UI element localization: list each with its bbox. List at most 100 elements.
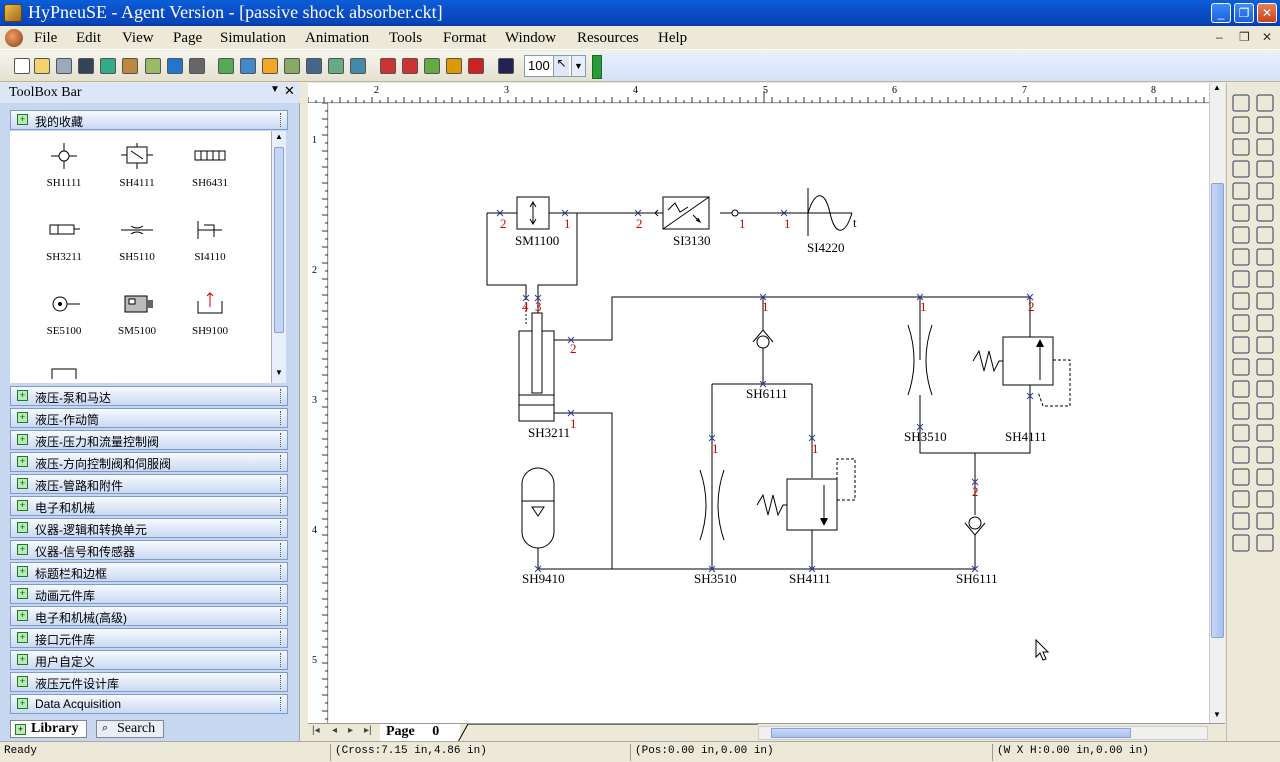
palette-tool-icon[interactable] — [1232, 380, 1250, 398]
tab-library[interactable]: + Library — [10, 720, 88, 738]
palette-tool-icon[interactable] — [1256, 182, 1274, 200]
palette-tool-icon[interactable] — [1256, 446, 1274, 464]
palette-tool-icon[interactable] — [1232, 424, 1250, 442]
menu-simulation[interactable]: Simulation — [220, 30, 286, 47]
component-sh3510-b[interactable]: SH3510 — [904, 324, 947, 444]
palette-tool-icon[interactable] — [1256, 534, 1274, 552]
toolbar-icon[interactable] — [446, 58, 462, 74]
component-sh3211[interactable]: SH3211 — [34, 215, 94, 263]
category-item[interactable]: + 电子和机械 — [10, 496, 288, 516]
menu-format[interactable]: Format — [443, 30, 486, 47]
close-icon[interactable]: ✕ — [284, 83, 295, 99]
palette-tool-icon[interactable] — [1232, 226, 1250, 244]
palette-tool-icon[interactable] — [1232, 292, 1250, 310]
toolbar-icon[interactable] — [402, 58, 418, 74]
mdi-close-button[interactable]: ✕ — [1262, 30, 1272, 44]
toolbar-icon[interactable] — [328, 58, 344, 74]
palette-tool-icon[interactable] — [1232, 534, 1250, 552]
toolbar-icon[interactable] — [498, 58, 514, 74]
palette-tool-icon[interactable] — [1232, 512, 1250, 530]
category-item[interactable]: + 动画元件库 — [10, 584, 288, 604]
component-sh6111-b[interactable]: SH6111 — [956, 516, 998, 586]
palette-tool-icon[interactable] — [1232, 336, 1250, 354]
category-item[interactable]: + 接口元件库 — [10, 628, 288, 648]
palette-tool-icon[interactable] — [1256, 94, 1274, 112]
scroll-up-icon[interactable]: ▲ — [1213, 83, 1221, 92]
minimize-button[interactable]: _ — [1211, 3, 1231, 23]
document-icon[interactable] — [5, 29, 23, 47]
palette-tool-icon[interactable] — [1256, 402, 1274, 420]
menu-view[interactable]: View — [122, 30, 154, 47]
toolbar-icon[interactable] — [145, 58, 161, 74]
vertical-scrollbar[interactable]: ▲ ▼ — [1209, 83, 1225, 723]
page-tab[interactable]: Page 0 — [380, 724, 460, 742]
horizontal-scrollbar[interactable] — [758, 726, 1208, 740]
scroll-thumb[interactable] — [1211, 183, 1224, 638]
menu-help[interactable]: Help — [658, 30, 687, 47]
page-prev-icon[interactable]: ◂ — [332, 725, 337, 736]
palette-tool-icon[interactable] — [1256, 512, 1274, 530]
component-sh4111-b[interactable]: SH4111 — [972, 336, 1071, 444]
category-item[interactable]: + 仪器-逻辑和转换单元 — [10, 518, 288, 538]
palette-tool-icon[interactable] — [1232, 116, 1250, 134]
close-button[interactable]: ✕ — [1257, 3, 1277, 23]
zoom-combobox[interactable]: 100 ↖ ▼ — [524, 55, 586, 77]
toolbar-icon[interactable] — [167, 58, 183, 74]
category-item[interactable]: + Data Acquisition — [10, 694, 288, 714]
toolbar-icon[interactable] — [424, 58, 440, 74]
component-partial[interactable] — [34, 363, 94, 383]
component-sh9410[interactable]: SH9410 — [521, 467, 612, 586]
category-item[interactable]: + 液压-作动筒 — [10, 408, 288, 428]
component-si4220[interactable]: t SI4220 — [807, 188, 857, 255]
palette-tool-icon[interactable] — [1256, 226, 1274, 244]
component-sh3211[interactable]: SH3211 — [518, 298, 570, 440]
app-icon[interactable] — [4, 4, 22, 22]
scroll-down-icon[interactable]: ▼ — [273, 368, 285, 380]
menu-window[interactable]: Window — [505, 30, 556, 47]
component-sh5110[interactable]: SH5110 — [107, 215, 167, 263]
palette-tool-icon[interactable] — [1232, 314, 1250, 332]
menu-animation[interactable]: Animation — [305, 30, 369, 47]
palette-tool-icon[interactable] — [1232, 402, 1250, 420]
palette-tool-icon[interactable] — [1256, 204, 1274, 222]
toolbar-icon[interactable] — [350, 58, 366, 74]
palette-tool-icon[interactable] — [1256, 138, 1274, 156]
category-item[interactable]: + 液压-泵和马达 — [10, 386, 288, 406]
toolbar-icon[interactable] — [122, 58, 138, 74]
palette-tool-icon[interactable] — [1256, 270, 1274, 288]
palette-tool-icon[interactable] — [1256, 336, 1274, 354]
palette-tool-icon[interactable] — [1256, 380, 1274, 398]
component-sh9100[interactable]: SH9100 — [180, 289, 240, 337]
palette-tool-icon[interactable] — [1232, 138, 1250, 156]
palette-tool-icon[interactable] — [1256, 468, 1274, 486]
component-sm5100[interactable]: SM5100 — [107, 289, 167, 337]
category-item[interactable]: + 仪器-信号和传感器 — [10, 540, 288, 560]
scroll-down-icon[interactable]: ▼ — [1213, 710, 1221, 719]
palette-tool-icon[interactable] — [1256, 116, 1274, 134]
category-item[interactable]: + 用户自定义 — [10, 650, 288, 670]
toolbar-icon[interactable] — [240, 58, 256, 74]
palette-tool-icon[interactable] — [1232, 270, 1250, 288]
category-item[interactable]: + 液压-压力和流量控制阀 — [10, 430, 288, 450]
toolbar-icon[interactable] — [34, 58, 50, 74]
mdi-restore-button[interactable]: ❐ — [1239, 30, 1250, 44]
toolbar-icon[interactable] — [14, 58, 30, 74]
scroll-thumb[interactable] — [771, 728, 1131, 738]
toolbar-icon[interactable] — [262, 58, 278, 74]
menu-edit[interactable]: Edit — [76, 30, 101, 47]
palette-tool-icon[interactable] — [1232, 94, 1250, 112]
toolbar-icon[interactable] — [468, 58, 484, 74]
palette-tool-icon[interactable] — [1256, 424, 1274, 442]
restore-button[interactable]: ❐ — [1234, 3, 1254, 23]
component-sh1111[interactable]: SH1111 — [34, 141, 94, 189]
category-item[interactable]: + 液压-管路和附件 — [10, 474, 288, 494]
palette-tool-icon[interactable] — [1256, 248, 1274, 266]
component-sh4111[interactable]: SH4111 — [107, 141, 167, 189]
chevron-down-icon[interactable]: ▼ — [571, 56, 585, 76]
menu-resources[interactable]: Resources — [577, 30, 639, 47]
palette-tool-icon[interactable] — [1232, 446, 1250, 464]
component-sh6431[interactable]: SH6431 — [180, 141, 240, 189]
toolbar-icon[interactable] — [306, 58, 322, 74]
palette-tool-icon[interactable] — [1232, 490, 1250, 508]
mdi-minimize-button[interactable]: – — [1216, 30, 1223, 44]
